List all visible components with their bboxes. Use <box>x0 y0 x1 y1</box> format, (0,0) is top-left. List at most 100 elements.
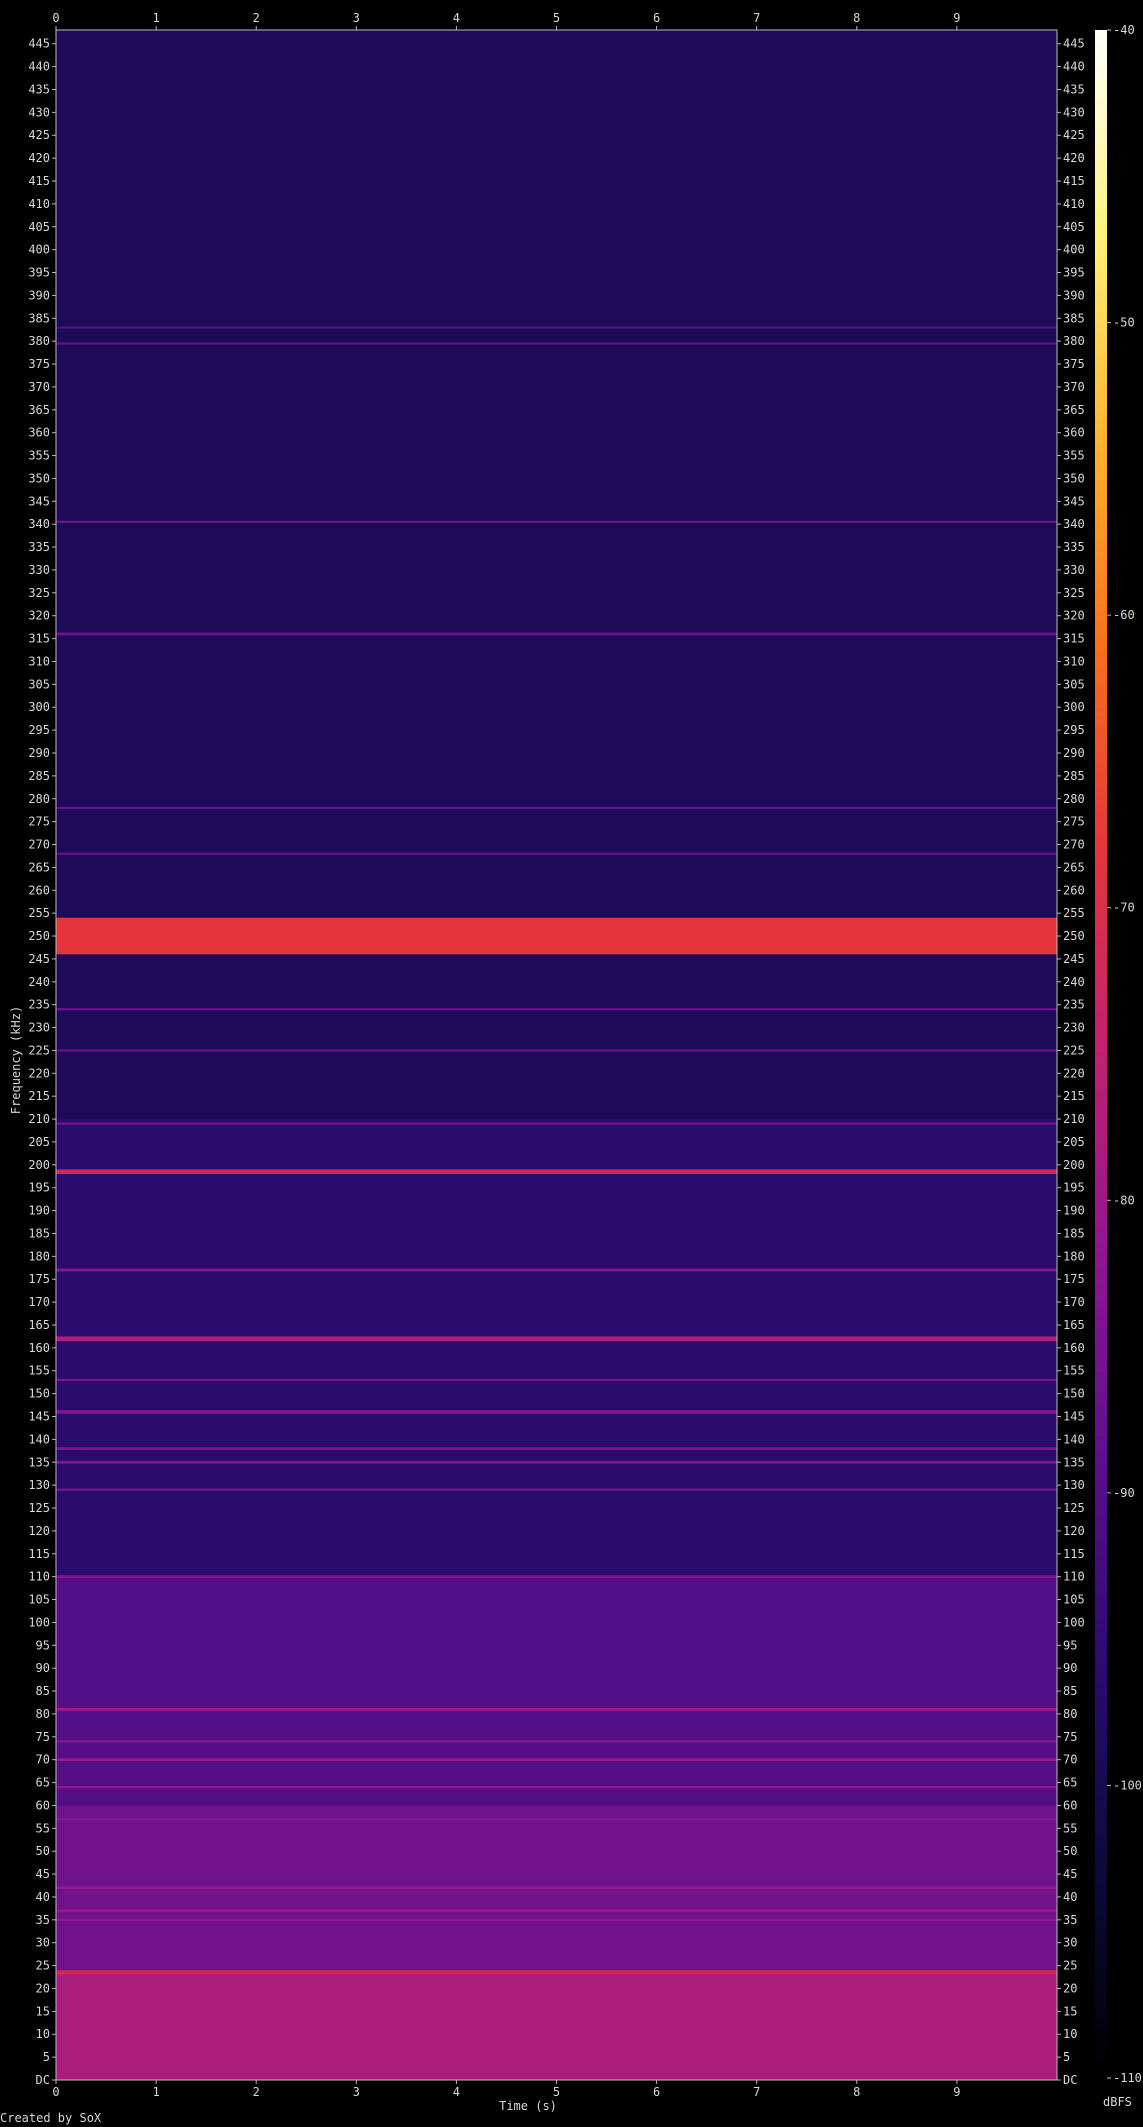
y-tick-label-right-310: 310 <box>1063 654 1085 668</box>
y-tick-label-left-DC: DC <box>36 2073 50 2087</box>
y-tick-label-right-375: 375 <box>1063 357 1085 371</box>
y-tick-label-right-115: 115 <box>1063 1547 1085 1561</box>
y-tick-label-right-425: 425 <box>1063 128 1085 142</box>
y-tick-label-right-265: 265 <box>1063 860 1085 874</box>
y-tick-label-right-100: 100 <box>1063 1615 1085 1629</box>
y-tick-label-right-125: 125 <box>1063 1501 1085 1515</box>
colorbar-tick-label--90: -90 <box>1113 1486 1135 1500</box>
tone-line-20 <box>56 1575 1057 1579</box>
tone-line-11 <box>56 852 1057 855</box>
y-tick-label-left-295: 295 <box>28 723 50 737</box>
y-tick-label-left-405: 405 <box>28 220 50 234</box>
y-tick-label-right-415: 415 <box>1063 174 1085 188</box>
x-tick-label-bottom-3: 3 <box>353 2085 360 2099</box>
colorbar-gradient <box>1095 30 1107 2078</box>
y-tick-label-left-120: 120 <box>28 1524 50 1538</box>
x-tick-label-bottom-7: 7 <box>753 2085 760 2099</box>
tone-line-22 <box>56 1740 1057 1743</box>
y-tick-label-left-390: 390 <box>28 288 50 302</box>
credit-text: Created by SoX <box>0 2111 102 2125</box>
y-tick-label-right-335: 335 <box>1063 540 1085 554</box>
y-tick-label-right-395: 395 <box>1063 266 1085 280</box>
y-tick-label-left-325: 325 <box>28 586 50 600</box>
y-tick-label-right-235: 235 <box>1063 998 1085 1012</box>
colorbar-tick-label--110: -110 <box>1113 2071 1142 2085</box>
y-tick-label-left-380: 380 <box>28 334 50 348</box>
y-tick-label-right-200: 200 <box>1063 1158 1085 1172</box>
y-tick-label-right-70: 70 <box>1063 1753 1077 1767</box>
y-tick-label-right-215: 215 <box>1063 1089 1085 1103</box>
y-tick-label-right-90: 90 <box>1063 1661 1077 1675</box>
y-tick-label-left-60: 60 <box>36 1798 50 1812</box>
y-tick-label-right-150: 150 <box>1063 1387 1085 1401</box>
y-tick-label-left-50: 50 <box>36 1844 50 1858</box>
y-tick-label-left-310: 310 <box>28 654 50 668</box>
y-tick-label-right-50: 50 <box>1063 1844 1077 1858</box>
x-tick-label-top-5: 5 <box>553 11 560 25</box>
y-tick-label-right-290: 290 <box>1063 746 1085 760</box>
x-tick-label-bottom-1: 1 <box>152 2085 159 2099</box>
y-tick-label-right-400: 400 <box>1063 243 1085 257</box>
x-tick-label-top-4: 4 <box>453 11 460 25</box>
tone-line-13 <box>56 1049 1057 1052</box>
y-tick-label-right-120: 120 <box>1063 1524 1085 1538</box>
y-tick-label-right-95: 95 <box>1063 1638 1077 1652</box>
y-tick-label-left-210: 210 <box>28 1112 50 1126</box>
y-tick-label-left-330: 330 <box>28 563 50 577</box>
y-tick-label-right-370: 370 <box>1063 380 1085 394</box>
y-tick-label-right-260: 260 <box>1063 883 1085 897</box>
y-tick-label-left-365: 365 <box>28 403 50 417</box>
y-tick-label-right-30: 30 <box>1063 1936 1077 1950</box>
y-tick-label-right-350: 350 <box>1063 471 1085 485</box>
y-tick-label-left-40: 40 <box>36 1890 50 1904</box>
y-tick-label-left-345: 345 <box>28 494 50 508</box>
y-tick-label-right-355: 355 <box>1063 449 1085 463</box>
tone-line-17 <box>56 1447 1057 1450</box>
y-tick-label-right-165: 165 <box>1063 1318 1085 1332</box>
y-tick-label-right-55: 55 <box>1063 1821 1077 1835</box>
y-tick-label-left-125: 125 <box>28 1501 50 1515</box>
y-tick-label-right-175: 175 <box>1063 1272 1085 1286</box>
y-tick-label-right-60: 60 <box>1063 1798 1077 1812</box>
y-tick-label-right-170: 170 <box>1063 1295 1085 1309</box>
x-tick-label-bottom-2: 2 <box>253 2085 260 2099</box>
y-tick-label-right-430: 430 <box>1063 105 1085 119</box>
tone-line-7 <box>56 520 1057 524</box>
y-tick-label-left-270: 270 <box>28 838 50 852</box>
x-tick-label-top-8: 8 <box>853 11 860 25</box>
colorbar-tick-label--80: -80 <box>1113 1193 1135 1207</box>
y-tick-label-right-250: 250 <box>1063 929 1085 943</box>
x-tick-label-bottom-0: 0 <box>52 2085 59 2099</box>
y-tick-label-right-185: 185 <box>1063 1226 1085 1240</box>
y-tick-label-left-370: 370 <box>28 380 50 394</box>
y-tick-label-left-265: 265 <box>28 860 50 874</box>
y-tick-label-left-340: 340 <box>28 517 50 531</box>
y-tick-label-left-75: 75 <box>36 1730 50 1744</box>
y-tick-label-left-15: 15 <box>36 2004 50 2018</box>
y-tick-label-right-365: 365 <box>1063 403 1085 417</box>
y-tick-label-left-165: 165 <box>28 1318 50 1332</box>
tone-line-14 <box>56 1122 1057 1125</box>
tone-line-28 <box>56 1918 1057 1921</box>
y-tick-label-right-135: 135 <box>1063 1455 1085 1469</box>
y-tick-label-left-410: 410 <box>28 197 50 211</box>
y-tick-label-right-5: 5 <box>1063 2050 1070 2064</box>
y-tick-label-left-285: 285 <box>28 769 50 783</box>
y-tick-label-left-255: 255 <box>28 906 50 920</box>
y-tick-label-right-275: 275 <box>1063 815 1085 829</box>
y-tick-label-right-225: 225 <box>1063 1043 1085 1057</box>
y-tick-label-left-5: 5 <box>43 2050 50 2064</box>
y-tick-label-left-430: 430 <box>28 105 50 119</box>
y-axis-title: Frequency (kHz) <box>9 1006 23 1114</box>
y-tick-label-left-305: 305 <box>28 677 50 691</box>
x-tick-label-bottom-4: 4 <box>453 2085 460 2099</box>
x-tick-label-top-2: 2 <box>253 11 260 25</box>
x-tick-label-bottom-9: 9 <box>953 2085 960 2099</box>
y-tick-label-right-75: 75 <box>1063 1730 1077 1744</box>
x-tick-label-top-7: 7 <box>753 11 760 25</box>
y-tick-label-left-425: 425 <box>28 128 50 142</box>
y-tick-label-left-260: 260 <box>28 883 50 897</box>
y-tick-label-right-440: 440 <box>1063 60 1085 74</box>
y-tick-label-right-330: 330 <box>1063 563 1085 577</box>
tone-line-6 <box>56 632 1057 636</box>
